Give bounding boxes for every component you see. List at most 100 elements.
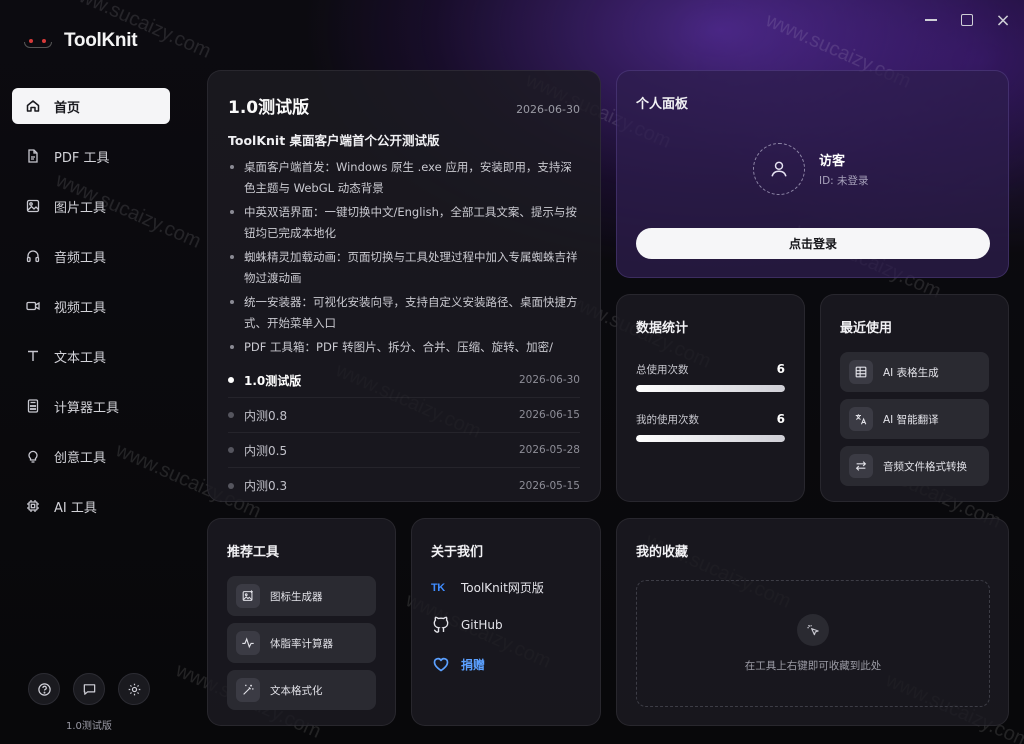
table-icon [855, 366, 867, 378]
spider-logo-icon [22, 33, 54, 49]
stat-progress-fill [636, 385, 785, 392]
github-link[interactable]: GitHub [431, 615, 581, 635]
close-button[interactable]: × [995, 9, 1011, 31]
version-row[interactable]: 内测0.8 2026-06-15 [228, 398, 580, 433]
sidebar-item-audio[interactable]: 音频工具 [12, 238, 170, 274]
sidebar-item-image[interactable]: 图片工具 [12, 188, 170, 224]
stats-card: 数据统计 总使用次数 6 我的使用次数 6 [616, 294, 805, 502]
version-name: 内测0.8 [244, 408, 288, 423]
link-label: ToolKnit网页版 [461, 581, 544, 595]
tool-label: 音频文件格式转换 [883, 460, 967, 473]
heart-icon [433, 657, 449, 672]
stat-my-uses: 我的使用次数 6 [636, 412, 785, 442]
sidebar-item-label: AI 工具 [54, 500, 97, 516]
version-history: 1.0测试版 2026-06-30 内测0.8 2026-06-15 内测0.5… [228, 363, 580, 503]
tool-label: 图标生成器 [270, 590, 323, 603]
version-row[interactable]: 内测0.3 2026-05-15 [228, 468, 580, 503]
release-subtitle: ToolKnit 桌面客户端首个公开测试版 [228, 133, 440, 148]
sidebar-item-label: 音频工具 [54, 250, 107, 266]
sidebar-item-creative[interactable]: 创意工具 [12, 438, 170, 474]
version-name: 内测0.5 [244, 443, 288, 458]
sidebar-item-label: 创意工具 [54, 450, 107, 466]
tool-label: 体脂率计算器 [270, 637, 333, 650]
calculator-icon [27, 399, 39, 413]
version-dot [228, 412, 234, 418]
pdf-icon [28, 149, 38, 163]
release-notes-card: 1.0测试版 2026-06-30 ToolKnit 桌面客户端首个公开测试版 … [207, 70, 601, 502]
swap-icon [855, 461, 867, 471]
release-date: 2026-06-30 [516, 103, 580, 116]
user-name: 访客 [819, 154, 846, 169]
sidebar-item-ai[interactable]: AI 工具 [12, 488, 170, 524]
user-id: ID: 未登录 [819, 175, 869, 187]
stat-value: 6 [776, 362, 785, 376]
sidebar-item-calculator[interactable]: 计算器工具 [12, 388, 170, 424]
favorites-title: 我的收藏 [636, 545, 689, 560]
sidebar-item-video[interactable]: 视频工具 [12, 288, 170, 324]
sidebar-item-text[interactable]: 文本工具 [12, 338, 170, 374]
release-note: 蜘蛛精灵加载动画：页面切换与工具处理过程中加入专属蜘蛛吉祥物过渡动画 [228, 247, 580, 288]
release-note: PDF 工具箱：PDF 转图片、拆分、合并、压缩、旋转、加密/ [228, 337, 580, 357]
recommended-tool-item[interactable]: 体脂率计算器 [227, 623, 376, 663]
stat-total-uses: 总使用次数 6 [636, 362, 785, 392]
recent-tools-card: 最近使用 AI 表格生成 AI 智能翻译 音频文件格式转换 [820, 294, 1009, 502]
pointer-click-icon [806, 624, 819, 635]
app-name: ToolKnit [64, 30, 138, 51]
sidebar-item-label: 首页 [54, 100, 81, 116]
sidebar-item-home[interactable]: 首页 [12, 88, 170, 124]
release-note: 中英双语界面：一键切换中文/English，全部工具文案、提示与按钮均已完成本地… [228, 202, 580, 243]
recent-tool-item[interactable]: AI 智能翻译 [840, 399, 989, 439]
settings-button[interactable] [118, 673, 150, 705]
avatar[interactable] [753, 143, 805, 195]
donate-link[interactable]: 捐赠 [431, 654, 581, 674]
version-row[interactable]: 内测0.5 2026-05-28 [228, 433, 580, 468]
minimize-button[interactable] [924, 10, 938, 30]
favorites-drop-zone[interactable]: 在工具上右键即可收藏到此处 [636, 580, 990, 707]
stat-label: 总使用次数 [636, 364, 689, 376]
stat-label: 我的使用次数 [636, 414, 699, 426]
recommended-tools-card: 推荐工具 图标生成器 体脂率计算器 文本格式化 [207, 518, 396, 726]
about-title: 关于我们 [431, 545, 484, 560]
release-note: 统一安装器：可视化安装向导，支持自定义安装路径、桌面快捷方式、开始菜单入口 [228, 292, 580, 333]
magic-wand-icon [243, 684, 254, 695]
recommended-tool-item[interactable]: 图标生成器 [227, 576, 376, 616]
user-icon [771, 161, 787, 177]
maximize-icon [961, 14, 973, 26]
sidebar-footer-actions [28, 673, 150, 705]
version-name: 内测0.3 [244, 479, 288, 493]
link-label: GitHub [461, 618, 503, 632]
version-dot [228, 447, 234, 453]
feedback-button[interactable] [73, 673, 105, 705]
close-icon: × [995, 9, 1011, 31]
stat-progress-bar [636, 435, 785, 442]
website-link[interactable]: TK ToolKnit网页版 [431, 579, 581, 596]
user-info: 访客 ID: 未登录 [753, 143, 869, 195]
sidebar-item-pdf[interactable]: PDF 工具 [12, 138, 170, 174]
message-icon [83, 683, 95, 695]
recommend-title: 推荐工具 [227, 545, 280, 560]
favorites-card: 我的收藏 在工具上右键即可收藏到此处 [616, 518, 1009, 726]
recent-tool-item[interactable]: 音频文件格式转换 [840, 446, 989, 486]
login-button[interactable]: 点击登录 [636, 228, 990, 259]
release-title: 1.0测试版 [228, 98, 310, 118]
about-us-card: 关于我们 TK ToolKnit网页版 GitHub 捐赠 [411, 518, 601, 726]
sidebar-item-label: 文本工具 [54, 350, 107, 366]
version-date: 2026-06-15 [518, 409, 580, 421]
sidebar-item-label: 计算器工具 [54, 400, 120, 416]
video-icon [26, 301, 40, 311]
tool-label: AI 表格生成 [883, 366, 939, 379]
recent-title: 最近使用 [840, 321, 893, 336]
recommended-tool-item[interactable]: 文本格式化 [227, 670, 376, 710]
version-row[interactable]: 1.0测试版 2026-06-30 [228, 363, 580, 398]
version-dot [228, 377, 234, 383]
release-notes-list[interactable]: 桌面客户端首发：Windows 原生 .exe 应用，安装即用，支持深色主题与 … [228, 157, 580, 357]
help-button[interactable] [28, 673, 60, 705]
headphones-icon [26, 250, 40, 263]
link-label: 捐赠 [461, 657, 486, 672]
profile-title: 个人面板 [636, 97, 689, 112]
version-date: 2026-06-30 [518, 374, 580, 386]
recent-tool-item[interactable]: AI 表格生成 [840, 352, 989, 392]
tool-label: 文本格式化 [270, 684, 323, 697]
maximize-button[interactable] [960, 10, 974, 30]
profile-card: 个人面板 访客 ID: 未登录 点击登录 [616, 70, 1009, 278]
